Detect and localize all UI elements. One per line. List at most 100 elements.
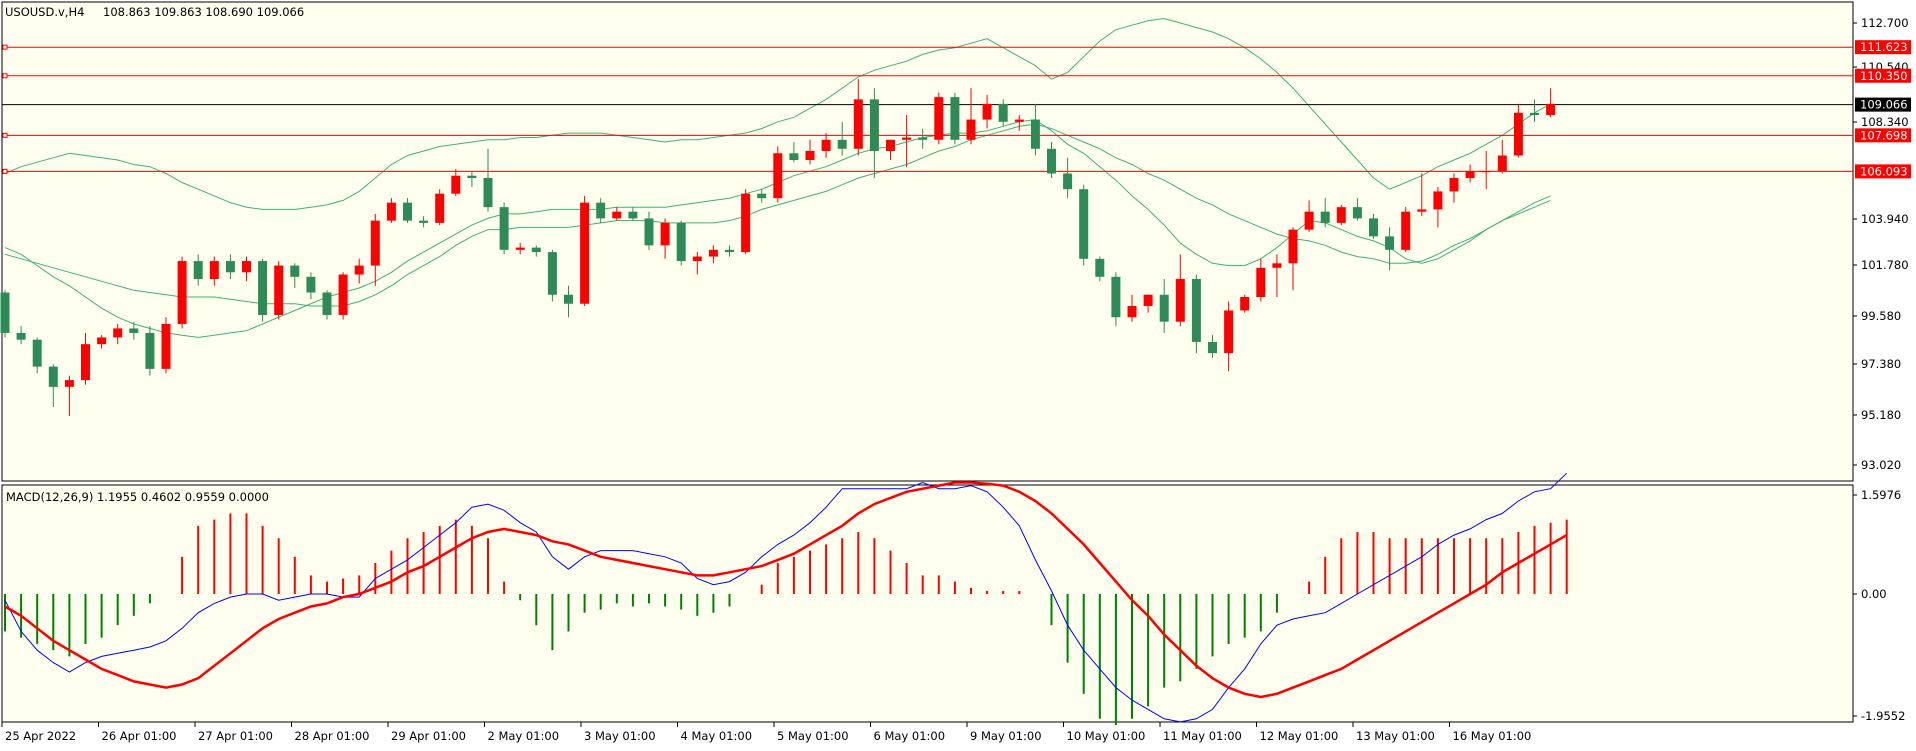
candle-body	[1352, 207, 1362, 219]
candle-body	[515, 247, 525, 250]
symbol-label: USOUSD.v,H4	[5, 5, 84, 19]
candle-body	[467, 175, 477, 178]
candle-body	[338, 274, 348, 315]
candle-body	[129, 328, 139, 333]
macd-tick-label: -1.9552	[1861, 709, 1905, 723]
time-tick-label: 28 Apr 01:00	[295, 729, 370, 743]
candle	[1401, 207, 1411, 253]
candle	[145, 326, 155, 376]
candle-body	[1240, 297, 1250, 311]
candle-body	[161, 323, 171, 369]
macd-plot-area[interactable]	[1, 484, 1854, 723]
candle-body	[950, 97, 960, 140]
candle-body	[403, 202, 412, 221]
candle-body	[1224, 310, 1234, 354]
candle	[1336, 204, 1346, 226]
candle-body	[1401, 211, 1411, 250]
price-tick-label: 95.180	[1861, 408, 1901, 422]
price-tick-label: 101.780	[1861, 258, 1909, 272]
candle	[580, 195, 590, 306]
candle-body	[225, 261, 235, 273]
level-handle-0[interactable]	[2, 44, 8, 50]
candle	[1191, 274, 1201, 354]
candle-body	[564, 294, 573, 304]
candle-body	[644, 218, 654, 246]
candle	[741, 189, 751, 255]
candle-body	[1047, 148, 1056, 174]
candle	[499, 202, 509, 255]
candle-body	[757, 193, 767, 199]
candle-body	[48, 366, 58, 387]
level-price-label: 106.093	[1860, 164, 1908, 178]
candle-body	[322, 292, 332, 315]
time-tick-label: 25 Apr 2022	[5, 729, 76, 743]
candle-body	[1272, 263, 1282, 268]
candle-body	[1159, 294, 1169, 322]
candle-body	[1014, 119, 1024, 122]
price-tick-label: 93.020	[1861, 458, 1901, 472]
candle-body	[1449, 177, 1459, 192]
candle-body	[81, 344, 90, 381]
candle-body	[483, 177, 493, 208]
candle-body	[1433, 191, 1443, 210]
candle-body	[290, 265, 300, 277]
price-tick-label: 112.700	[1861, 16, 1909, 30]
candle	[435, 189, 445, 226]
candle-body	[209, 261, 219, 280]
candle	[258, 258, 268, 322]
candle	[934, 92, 944, 145]
candle-body	[1175, 279, 1185, 322]
candle-body	[1143, 294, 1153, 306]
level-handle-3[interactable]	[2, 168, 8, 174]
candle-body	[1546, 103, 1556, 116]
candle	[547, 249, 557, 302]
candle-body	[902, 137, 912, 140]
candle-body	[113, 328, 123, 338]
candle-body	[274, 265, 284, 315]
candle-body	[145, 332, 155, 369]
candle-body	[1417, 209, 1427, 212]
candle-body	[1030, 119, 1040, 149]
candle-body	[1304, 211, 1314, 230]
level-price-label: 111.623	[1860, 40, 1908, 54]
candle-body	[1111, 276, 1121, 318]
main-plot-area[interactable]	[1, 1, 1854, 482]
candle	[274, 261, 284, 320]
candle-body	[1208, 341, 1217, 354]
candle-body	[982, 103, 992, 120]
candle-body	[1095, 258, 1105, 277]
candle-body	[354, 265, 364, 275]
candle-body	[966, 119, 976, 140]
level-price-label: 107.698	[1860, 128, 1908, 142]
ohlc-values: 108.863 109.863 108.690 109.066	[103, 5, 304, 19]
candle-body	[869, 99, 879, 152]
level-price-label: 110.350	[1860, 69, 1908, 83]
candle-body	[660, 222, 670, 246]
candle-body	[1191, 279, 1201, 342]
candle-body	[1256, 267, 1266, 298]
candle	[950, 92, 960, 145]
candle-body	[499, 207, 509, 250]
candle	[1240, 294, 1250, 313]
macd-tick-label: 0.00	[1861, 587, 1887, 601]
candle	[177, 256, 187, 329]
candle-body	[1079, 189, 1089, 259]
candle-body	[97, 337, 107, 345]
candle-body	[853, 99, 863, 149]
candle-body	[741, 193, 751, 253]
time-tick-label: 12 May 01:00	[1260, 729, 1339, 743]
candle-body	[821, 139, 831, 152]
time-tick-label: 3 May 01:00	[584, 729, 656, 743]
candle-body	[0, 292, 10, 333]
level-handle-1[interactable]	[2, 73, 8, 79]
candle-body	[886, 139, 895, 152]
candle-body	[258, 261, 268, 315]
macd-title: MACD(12,26,9) 1.1955 0.4602 0.9559 0.000…	[6, 490, 269, 504]
candle-body	[773, 153, 783, 199]
price-tick-label: 99.580	[1861, 309, 1901, 323]
candle-body	[1530, 112, 1539, 116]
level-handle-2[interactable]	[2, 132, 8, 138]
price-tick-label: 97.380	[1861, 357, 1901, 371]
time-tick-label: 6 May 01:00	[874, 729, 946, 743]
candle-body	[612, 211, 622, 219]
